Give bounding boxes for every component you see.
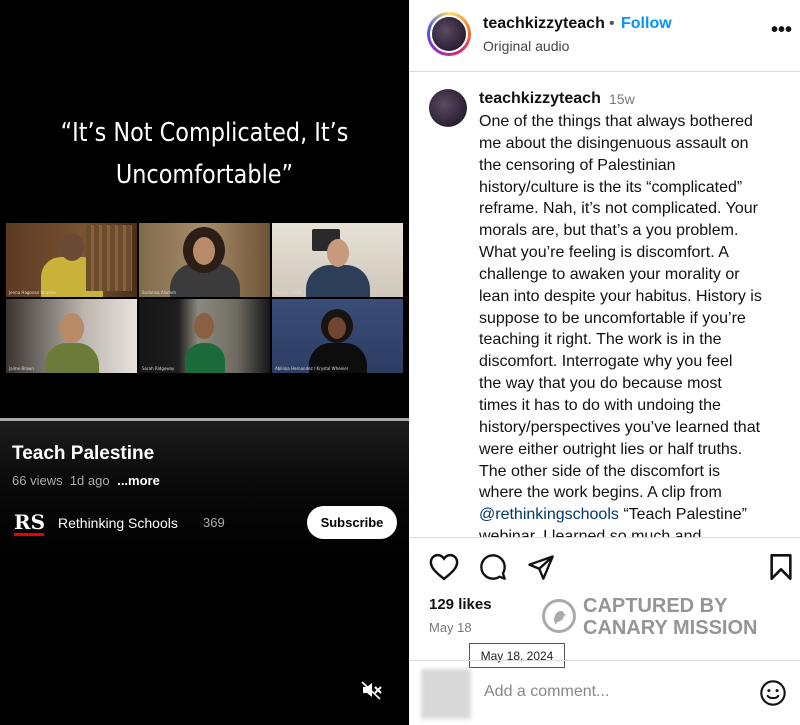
video-info-panel (0, 421, 409, 725)
caption-line: were either outright lies or half truths… (479, 440, 743, 458)
channel-logo[interactable]: RS (14, 510, 46, 536)
comment-icon[interactable] (478, 553, 508, 583)
participant-name: Ablinka Hernandez / Krystal Wheeler (275, 366, 349, 371)
canary-bird-icon (542, 599, 576, 633)
follow-button[interactable]: Follow (621, 15, 672, 33)
caption-line: where the work begins. A clip from (479, 484, 722, 502)
watermark-line-2: CANARY MISSION (583, 617, 758, 639)
post-header: teachkizzyteach • Follow Original audio … (409, 0, 800, 72)
caption-line: @rethinkingschools “Teach Palestine” (479, 504, 789, 526)
caption-username[interactable]: teachkizzyteach (479, 90, 601, 108)
comment-bar: Add a comment... (409, 660, 800, 725)
caption-line: the censoring of Palestinian (479, 156, 676, 174)
video-player[interactable]: “It’s Not Complicated, It’s Uncomfortabl… (0, 0, 409, 725)
channel-name[interactable]: Rethinking Schools (58, 515, 178, 531)
like-count[interactable]: 129 likes (429, 596, 492, 613)
webinar-participant-grid: Jenna Hagovan Ibrahim Sudanna Alameh Nas… (6, 223, 403, 373)
section-divider (409, 537, 800, 538)
caption-line: The other side of the discomfort is (479, 462, 720, 480)
participant-tile: Sarah Ridgeway (139, 299, 270, 373)
caption-text: One of the things that always bothered me… (479, 111, 789, 537)
more-options-icon[interactable]: ••• (771, 20, 792, 40)
post-side-panel: teachkizzyteach • Follow Original audio … (409, 0, 800, 725)
audio-link[interactable]: Original audio (483, 38, 569, 54)
caption-line-rest: “Teach Palestine” (618, 506, 747, 524)
channel-logo-text: RS (14, 510, 46, 534)
header-separator: • (609, 15, 615, 32)
caption-line: discomfort. Interrogate why you feel (479, 353, 733, 371)
caption-line: One of the things that always bothered (479, 113, 753, 130)
caption-line: reframe. Nah, it’s not complicated. Your (479, 200, 758, 218)
subscriber-count: 369 (203, 515, 225, 530)
participant-name: Sudanna Alameh (142, 290, 177, 295)
smiley-icon[interactable] (759, 679, 787, 707)
participant-tile: Nassim Smith (272, 223, 403, 297)
caption-line: times it has to do with undoing the (479, 396, 721, 414)
comment-input[interactable]: Add a comment... (484, 683, 609, 701)
caption-line: What you’re feeling is discomfort. A (479, 244, 729, 262)
participant-tile: Jenna Hagovan Ibrahim (6, 223, 137, 297)
participant-tile: Sudanna Alameh (139, 223, 270, 297)
participant-name: Jaime Brown (9, 366, 34, 371)
participant-name: Jenna Hagovan Ibrahim (9, 290, 56, 295)
caption-line: lean into despite your habitus. History … (479, 287, 762, 305)
caption-line: history/culture is the its “complicated” (479, 178, 743, 196)
watermark-line-1: CAPTURED BY (583, 595, 728, 617)
share-icon[interactable] (526, 553, 556, 583)
canary-mission-watermark: CAPTURED BY CANARY MISSION (542, 595, 792, 639)
more-link[interactable]: ...more (117, 473, 160, 488)
caption-line: morals are, but that’s a you problem. (479, 222, 739, 240)
caption-line: webinar. I learned so much and (479, 528, 702, 537)
caption-section: teachkizzyteach 15w One of the things th… (409, 73, 800, 537)
video-title-line-2: Uncomfortable” (115, 160, 294, 190)
heart-icon[interactable] (429, 553, 459, 583)
caption-time: 15w (609, 91, 635, 107)
participant-tile: Ablinka Hernandez / Krystal Wheeler (272, 299, 403, 373)
participant-name: Sarah Ridgeway (142, 366, 175, 371)
participant-tile: Jaime Brown (6, 299, 137, 373)
participant-name: Nassim Smith (275, 290, 303, 295)
commenter-avatar (421, 669, 471, 719)
upload-age: 1d ago (69, 473, 110, 488)
video-name[interactable]: Teach Palestine (12, 443, 154, 465)
video-meta: 66 views 1d ago ...more (12, 473, 160, 488)
caption-line: teaching it right. The work is in the (479, 331, 722, 349)
post-date[interactable]: May 18 (429, 620, 472, 635)
video-title-line-1: “It’s Not Complicated, It’s (60, 118, 349, 148)
caption-avatar[interactable] (429, 89, 467, 127)
caption-line: me about the disingenuous assault on (479, 134, 749, 152)
speaker-muted-icon[interactable] (360, 680, 384, 700)
caption-line: challenge to awaken your morality or (479, 265, 740, 283)
video-title-card: “It’s Not Complicated, It’s Uncomfortabl… (29, 112, 381, 196)
author-avatar[interactable] (427, 12, 471, 56)
caption-line: history/perspectives you’ve learned that (479, 418, 761, 436)
caption-line: suppose to be uncomfortable if you’re (479, 309, 746, 327)
subscribe-button[interactable]: Subscribe (307, 506, 397, 539)
caption-line: the way that you do because most (479, 375, 722, 393)
channel-logo-bar (14, 533, 44, 536)
view-count: 66 views (12, 473, 63, 488)
mention-link[interactable]: @rethinkingschools (479, 506, 619, 523)
bookmark-icon[interactable] (769, 553, 793, 583)
author-username[interactable]: teachkizzyteach (483, 15, 605, 33)
